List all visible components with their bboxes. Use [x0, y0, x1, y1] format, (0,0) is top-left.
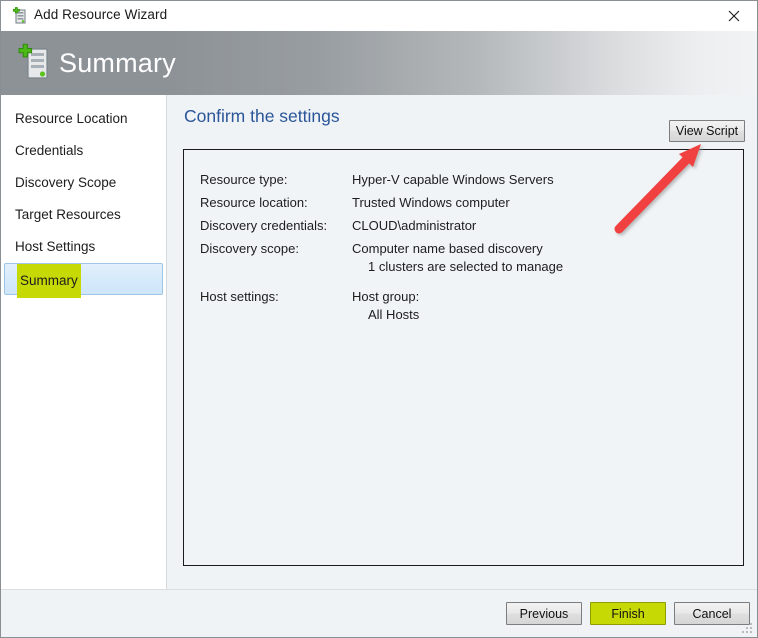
wizard-header: Summary: [1, 31, 757, 95]
sidebar-item-label: Summary: [17, 264, 81, 298]
summary-row-value: Trusted Windows computer: [352, 195, 510, 210]
summary-row-value-main: Computer name based discovery: [352, 241, 543, 256]
summary-row-label: Discovery credentials:: [200, 218, 328, 233]
sidebar-item-credentials[interactable]: Credentials: [3, 135, 164, 167]
resize-grip-icon[interactable]: [740, 621, 754, 635]
server-add-icon: [15, 43, 53, 83]
summary-row-value-sub: All Hosts: [368, 307, 420, 322]
wizard-body: Resource Location Credentials Discovery …: [1, 95, 757, 590]
summary-row-value-sub: 1 clusters are selected to manage: [368, 259, 564, 274]
sidebar-item-label: Resource Location: [15, 111, 128, 126]
page-title: Summary: [59, 48, 176, 78]
summary-panel: Resource type: Hyper-V capable Windows S…: [183, 149, 744, 566]
summary-row-label: Resource location:: [200, 195, 308, 210]
summary-row-label: Resource type:: [200, 172, 288, 187]
sidebar-item-discovery-scope[interactable]: Discovery Scope: [3, 167, 164, 199]
previous-button[interactable]: Previous: [506, 602, 582, 625]
sidebar-item-label: Target Resources: [15, 207, 121, 222]
add-resource-wizard-window: Add Resource Wizard Summary Resource Loc…: [0, 0, 758, 638]
summary-row-value: Hyper-V capable Windows Servers: [352, 172, 554, 187]
close-icon[interactable]: [711, 1, 757, 30]
sidebar-item-summary[interactable]: Summary: [4, 263, 163, 298]
summary-row-value: CLOUD\administrator: [352, 218, 477, 233]
wizard-step-sidebar: Resource Location Credentials Discovery …: [1, 95, 167, 590]
view-script-button[interactable]: View Script: [669, 120, 745, 142]
summary-row-value: Host group: All Hosts: [352, 289, 419, 322]
wizard-content: Confirm the settings View Script Resourc…: [168, 95, 757, 590]
title-bar: Add Resource Wizard: [1, 1, 757, 31]
sidebar-item-host-settings[interactable]: Host Settings: [3, 231, 164, 263]
summary-row-label: Discovery scope:: [200, 241, 299, 256]
sidebar-item-label: Discovery Scope: [15, 175, 117, 190]
summary-row-value-main: Host group:: [352, 289, 420, 304]
cancel-button[interactable]: Cancel: [674, 602, 750, 625]
sidebar-item-resource-location[interactable]: Resource Location: [3, 103, 164, 135]
wizard-footer: Previous Finish Cancel: [1, 589, 757, 637]
server-add-icon: [10, 7, 28, 25]
summary-row-label: Host settings:: [200, 289, 279, 304]
content-heading: Confirm the settings: [184, 106, 340, 126]
sidebar-item-target-resources[interactable]: Target Resources: [3, 199, 164, 231]
summary-row-value: Computer name based discovery 1 clusters…: [352, 241, 563, 274]
sidebar-item-label: Credentials: [15, 143, 84, 158]
finish-button[interactable]: Finish: [590, 602, 666, 625]
sidebar-item-label: Host Settings: [15, 239, 96, 254]
window-title: Add Resource Wizard: [34, 7, 168, 22]
